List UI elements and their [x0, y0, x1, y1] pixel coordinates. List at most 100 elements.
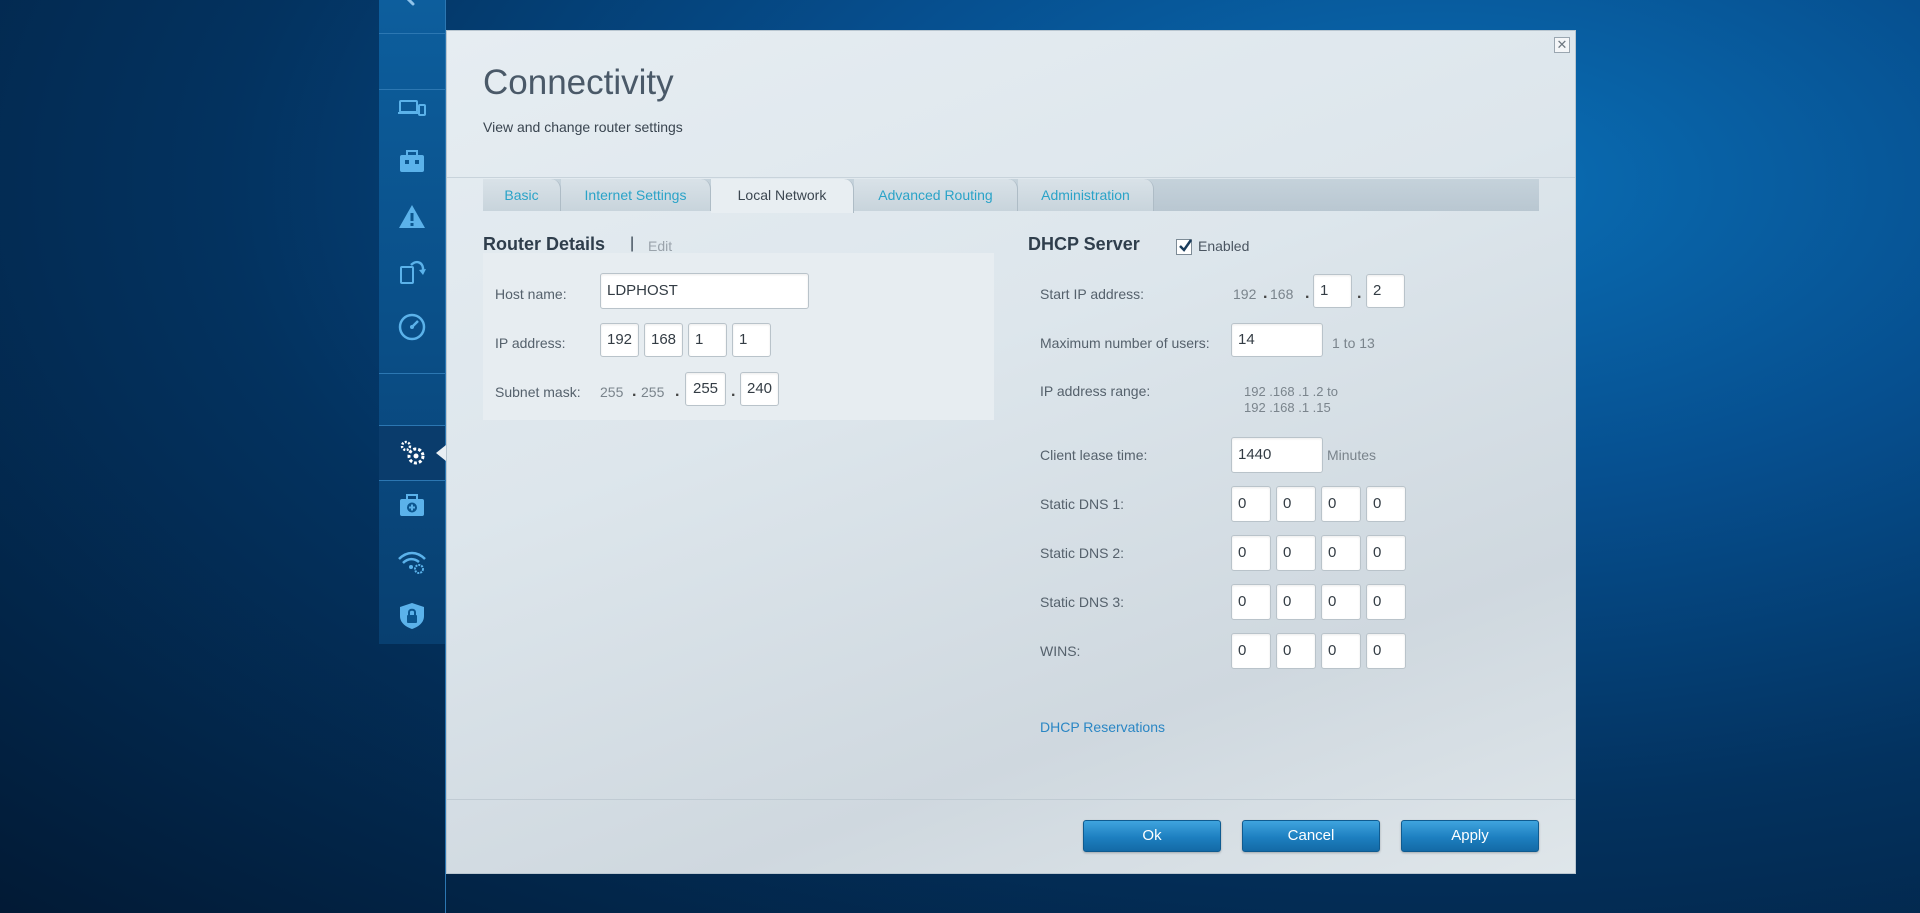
dns2-octet-1[interactable]: 0	[1231, 535, 1271, 571]
checkmark-icon	[1179, 239, 1193, 252]
static-dns1-label: Static DNS 1:	[1040, 496, 1125, 512]
wins-octet-3[interactable]: 0	[1321, 633, 1361, 669]
toolbox-icon	[400, 150, 424, 172]
shield-lock-icon	[400, 603, 424, 629]
ip-octet-2[interactable]: 168	[644, 323, 683, 357]
max-users-label: Maximum number of users:	[1040, 335, 1210, 351]
wins-octet-1[interactable]: 0	[1231, 633, 1271, 669]
ip-range-end: 192 .168 .1 .15	[1244, 400, 1331, 415]
tab-basic[interactable]: Basic	[483, 179, 561, 211]
close-icon: ✕	[1556, 37, 1568, 52]
speedometer-icon	[398, 313, 426, 341]
sidebar-item-speed[interactable]	[397, 312, 427, 342]
dns1-octet-4[interactable]: 0	[1366, 486, 1406, 522]
ip-address-label: IP address:	[495, 335, 566, 351]
back-arrow-icon[interactable]	[399, 0, 421, 10]
sidebar-item-parental[interactable]	[397, 147, 427, 177]
dns2-octet-2[interactable]: 0	[1276, 535, 1316, 571]
dhcp-enabled-label: Enabled	[1198, 238, 1250, 254]
dns1-octet-1[interactable]: 0	[1231, 486, 1271, 522]
sidebar-item-troubleshooting[interactable]	[397, 491, 427, 521]
dns1-octet-3[interactable]: 0	[1321, 486, 1361, 522]
sidebar-item-wireless[interactable]	[397, 547, 427, 577]
dns3-octet-4[interactable]: 0	[1366, 584, 1406, 620]
warning-icon	[399, 205, 425, 228]
devices-icon	[398, 100, 426, 116]
subnet-mask-label: Subnet mask:	[495, 384, 581, 400]
start-ip-octet-4[interactable]: 2	[1366, 274, 1405, 308]
dns2-octet-3[interactable]: 0	[1321, 535, 1361, 571]
sidebar-divider	[379, 33, 445, 34]
active-pointer	[436, 445, 446, 461]
router-details-title: Router Details	[483, 234, 606, 254]
dhcp-enabled-checkbox[interactable]	[1176, 239, 1193, 255]
sidebar-item-security[interactable]	[397, 601, 427, 631]
dot-separator: .	[731, 383, 736, 400]
max-users-field[interactable]: 14	[1231, 323, 1323, 357]
dns3-octet-1[interactable]: 0	[1231, 584, 1271, 620]
subnet-octet-3[interactable]: 255	[685, 372, 726, 406]
host-name-field[interactable]: LDPHOST	[600, 273, 809, 309]
static-dns2-label: Static DNS 2:	[1040, 545, 1125, 561]
sidebar-item-alerts[interactable]	[397, 202, 427, 232]
update-icon	[400, 260, 426, 284]
sidebar-divider	[379, 373, 445, 374]
tab-administration[interactable]: Administration	[1018, 179, 1154, 211]
edit-link[interactable]: Edit	[648, 238, 672, 254]
sidebar	[379, 0, 446, 644]
start-ip-label: Start IP address:	[1040, 286, 1145, 302]
max-users-hint: 1 to 13	[1332, 335, 1375, 351]
lease-time-unit: Minutes	[1327, 447, 1377, 463]
close-button[interactable]: ✕	[1554, 37, 1570, 53]
ip-octet-4[interactable]: 1	[732, 323, 771, 357]
dns2-octet-4[interactable]: 0	[1366, 535, 1406, 571]
tab-advanced-routing[interactable]: Advanced Routing	[854, 179, 1018, 211]
wifi-settings-icon	[398, 551, 426, 574]
dhcp-reservations-link[interactable]: DHCP Reservations	[1040, 719, 1165, 735]
page-subtitle: View and change router settings	[483, 119, 683, 135]
dot-separator: .	[675, 383, 680, 400]
tab-internet-settings[interactable]: Internet Settings	[561, 179, 711, 211]
header-divider	[447, 177, 1575, 178]
lease-time-field[interactable]: 1440	[1231, 437, 1323, 473]
connectivity-dialog: ✕ Connectivity View and change router se…	[446, 30, 1576, 874]
host-name-label: Host name:	[495, 286, 567, 302]
router-details-panel: Host name: LDPHOST IP address: 192 168 1…	[483, 253, 994, 420]
dns1-octet-2[interactable]: 0	[1276, 486, 1316, 522]
subnet-octet-4[interactable]: 240	[740, 372, 779, 406]
ip-range-start: 192 .168 .1 .2 to	[1244, 384, 1338, 399]
gears-icon	[397, 437, 427, 467]
dns3-octet-2[interactable]: 0	[1276, 584, 1316, 620]
sidebar-item-updates[interactable]	[397, 257, 427, 287]
medkit-icon	[400, 494, 424, 516]
start-ip-octet-1: 192	[1233, 286, 1257, 302]
cancel-button[interactable]: Cancel	[1242, 820, 1380, 852]
dot-separator: .	[632, 383, 637, 400]
ip-octet-1[interactable]: 192	[600, 323, 639, 357]
wins-label: WINS:	[1040, 643, 1081, 659]
footer-divider	[447, 799, 1575, 800]
wins-octet-2[interactable]: 0	[1276, 633, 1316, 669]
lease-time-label: Client lease time:	[1040, 447, 1148, 463]
ip-octet-3[interactable]: 1	[688, 323, 727, 357]
wins-octet-4[interactable]: 0	[1366, 633, 1406, 669]
page-title: Connectivity	[483, 63, 674, 102]
start-ip-octet-3[interactable]: 1	[1313, 274, 1352, 308]
ip-range-label: IP address range:	[1040, 383, 1151, 399]
apply-button[interactable]: Apply	[1401, 820, 1539, 852]
dot-separator: .	[1263, 285, 1268, 302]
subnet-octet-1: 255	[600, 384, 624, 400]
title-separator: |	[630, 235, 635, 252]
sidebar-item-devices[interactable]	[397, 93, 427, 123]
static-dns3-label: Static DNS 3:	[1040, 594, 1125, 610]
start-ip-octet-2: 168	[1270, 286, 1294, 302]
tab-local-network[interactable]: Local Network	[711, 179, 854, 213]
dns3-octet-3[interactable]: 0	[1321, 584, 1361, 620]
dot-separator: .	[1305, 285, 1310, 302]
ok-button[interactable]: Ok	[1083, 820, 1221, 852]
sidebar-item-connectivity[interactable]	[379, 425, 446, 481]
dot-separator: .	[1357, 285, 1362, 302]
sidebar-divider	[379, 89, 445, 90]
subnet-octet-2: 255	[641, 384, 665, 400]
dhcp-server-title: DHCP Server	[1028, 234, 1140, 254]
